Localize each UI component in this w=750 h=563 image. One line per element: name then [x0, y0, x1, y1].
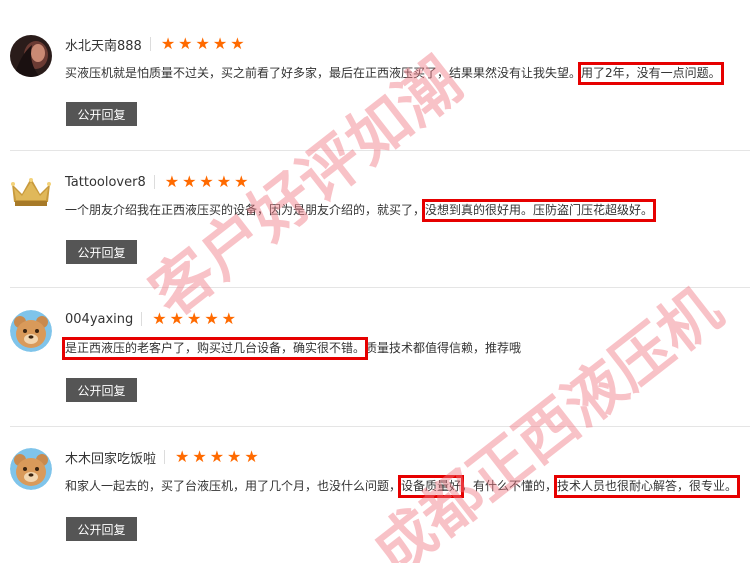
review-header: 004yaxing ★ ★ ★ ★ ★ — [65, 309, 236, 329]
review-divider — [10, 287, 750, 288]
review-text-part: 质量技术都值得信赖，推荐哦 — [365, 341, 522, 355]
highlighted-text: 技术人员也很耐心解答，很专业。 — [557, 479, 738, 493]
review-text: 和家人一起去的，买了台液压机，用了几个月，也没什么问题，设备质量好，有什么不懂的… — [65, 477, 745, 495]
star-icon: ★ — [230, 34, 245, 53]
review-text-part: 和家人一起去的，买了台液压机，用了几个月，也没什么问题， — [65, 479, 402, 493]
user-avatar[interactable] — [10, 172, 52, 214]
star-icon: ★ — [152, 309, 167, 328]
highlighted-text: 是正西液压的老客户了，购买过几台设备，确实很不错。 — [65, 341, 366, 355]
username[interactable]: Tattoolover8 — [65, 175, 146, 190]
watermark-bottom: 成都正西液压机 — [360, 274, 735, 563]
star-icon: ★ — [204, 309, 219, 328]
star-icon: ★ — [221, 309, 236, 328]
star-icon: ★ — [216, 172, 232, 191]
public-reply-button[interactable]: 公开回复 — [66, 102, 137, 126]
star-icon: ★ — [160, 34, 176, 53]
star-icon: ★ — [234, 172, 249, 191]
highlighted-text: 设备质量好 — [401, 479, 462, 493]
review-divider — [10, 150, 750, 151]
rating-stars: ★ ★ ★ ★ ★ — [175, 449, 259, 465]
review-text-part: 买液压机就是怕质量不过关，买之前看了好多家，最后在正西液压买了，结果果然没有让我… — [65, 66, 582, 80]
public-reply-button[interactable]: 公开回复 — [66, 517, 137, 541]
star-icon: ★ — [182, 172, 197, 191]
star-icon: ★ — [186, 309, 202, 328]
username[interactable]: 004yaxing — [65, 312, 133, 327]
review-divider — [10, 426, 750, 427]
rating-stars: ★ ★ ★ ★ ★ — [161, 36, 245, 52]
review-text-part: ，有什么不懂的， — [461, 479, 558, 493]
header-separator — [153, 175, 155, 189]
star-icon: ★ — [164, 172, 180, 191]
review-header: 水北天南888 ★ ★ ★ ★ ★ — [65, 34, 245, 54]
star-icon: ★ — [227, 447, 242, 466]
star-icon: ★ — [175, 447, 190, 466]
review-header: 木木回家吃饭啦 ★ ★ ★ ★ ★ — [65, 447, 259, 467]
header-separator — [149, 37, 151, 51]
public-reply-button[interactable]: 公开回复 — [66, 240, 137, 264]
rating-stars: ★ ★ ★ ★ ★ — [165, 174, 249, 190]
header-separator — [141, 312, 143, 326]
star-icon: ★ — [169, 309, 184, 328]
star-icon: ★ — [178, 34, 193, 53]
star-icon: ★ — [209, 447, 225, 466]
star-icon: ★ — [195, 34, 210, 53]
highlighted-text: 没想到真的很好用。压防盗门压花超级好。 — [425, 203, 654, 217]
review-text: 是正西液压的老客户了，购买过几台设备，确实很不错。质量技术都值得信赖，推荐哦 — [65, 339, 745, 357]
review-text-part: 一个朋友介绍我在正西液压买的设备，因为是朋友介绍的，就买了， — [65, 203, 426, 217]
review-text: 一个朋友介绍我在正西液压买的设备，因为是朋友介绍的，就买了，没想到真的很好用。压… — [65, 201, 745, 219]
user-avatar[interactable] — [10, 310, 52, 352]
highlighted-text: 用了2年，没有一点问题。 — [581, 66, 721, 80]
username[interactable]: 木木回家吃饭啦 — [65, 448, 156, 467]
star-icon: ★ — [199, 172, 214, 191]
rating-stars: ★ ★ ★ ★ ★ — [152, 311, 236, 327]
star-icon: ★ — [192, 447, 207, 466]
user-avatar[interactable] — [10, 448, 52, 490]
public-reply-button[interactable]: 公开回复 — [66, 378, 137, 402]
user-avatar[interactable] — [10, 35, 52, 77]
header-separator — [164, 450, 166, 464]
username[interactable]: 水北天南888 — [65, 35, 142, 54]
review-text: 买液压机就是怕质量不过关，买之前看了好多家，最后在正西液压买了，结果果然没有让我… — [65, 64, 745, 82]
star-icon: ★ — [212, 34, 228, 53]
review-header: Tattoolover8 ★ ★ ★ ★ ★ — [65, 172, 248, 192]
star-icon: ★ — [244, 447, 259, 466]
